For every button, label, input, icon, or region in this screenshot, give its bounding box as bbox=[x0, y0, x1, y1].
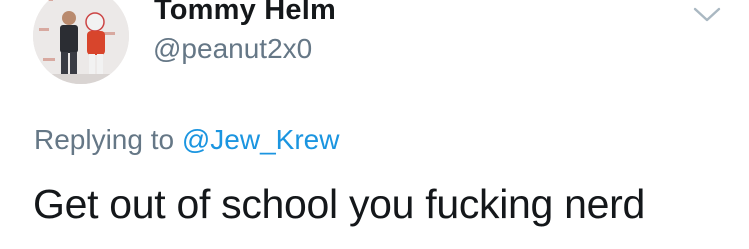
tweet-card: Tommy Helm @peanut2x0 Replying to @Jew_K… bbox=[0, 0, 749, 249]
avatar-photo bbox=[33, 0, 129, 84]
reply-mention-link[interactable]: @Jew_Krew bbox=[182, 124, 340, 155]
author-display-name[interactable]: Tommy Helm bbox=[154, 0, 336, 27]
tweet-text: Get out of school you fucking nerd bbox=[33, 181, 646, 227]
avatar[interactable] bbox=[33, 0, 129, 84]
reply-context-label: Replying to bbox=[34, 124, 175, 155]
chevron-down-icon[interactable] bbox=[690, 1, 724, 27]
reply-context: Replying to @Jew_Krew bbox=[34, 124, 339, 156]
author-handle[interactable]: @peanut2x0 bbox=[153, 33, 312, 65]
